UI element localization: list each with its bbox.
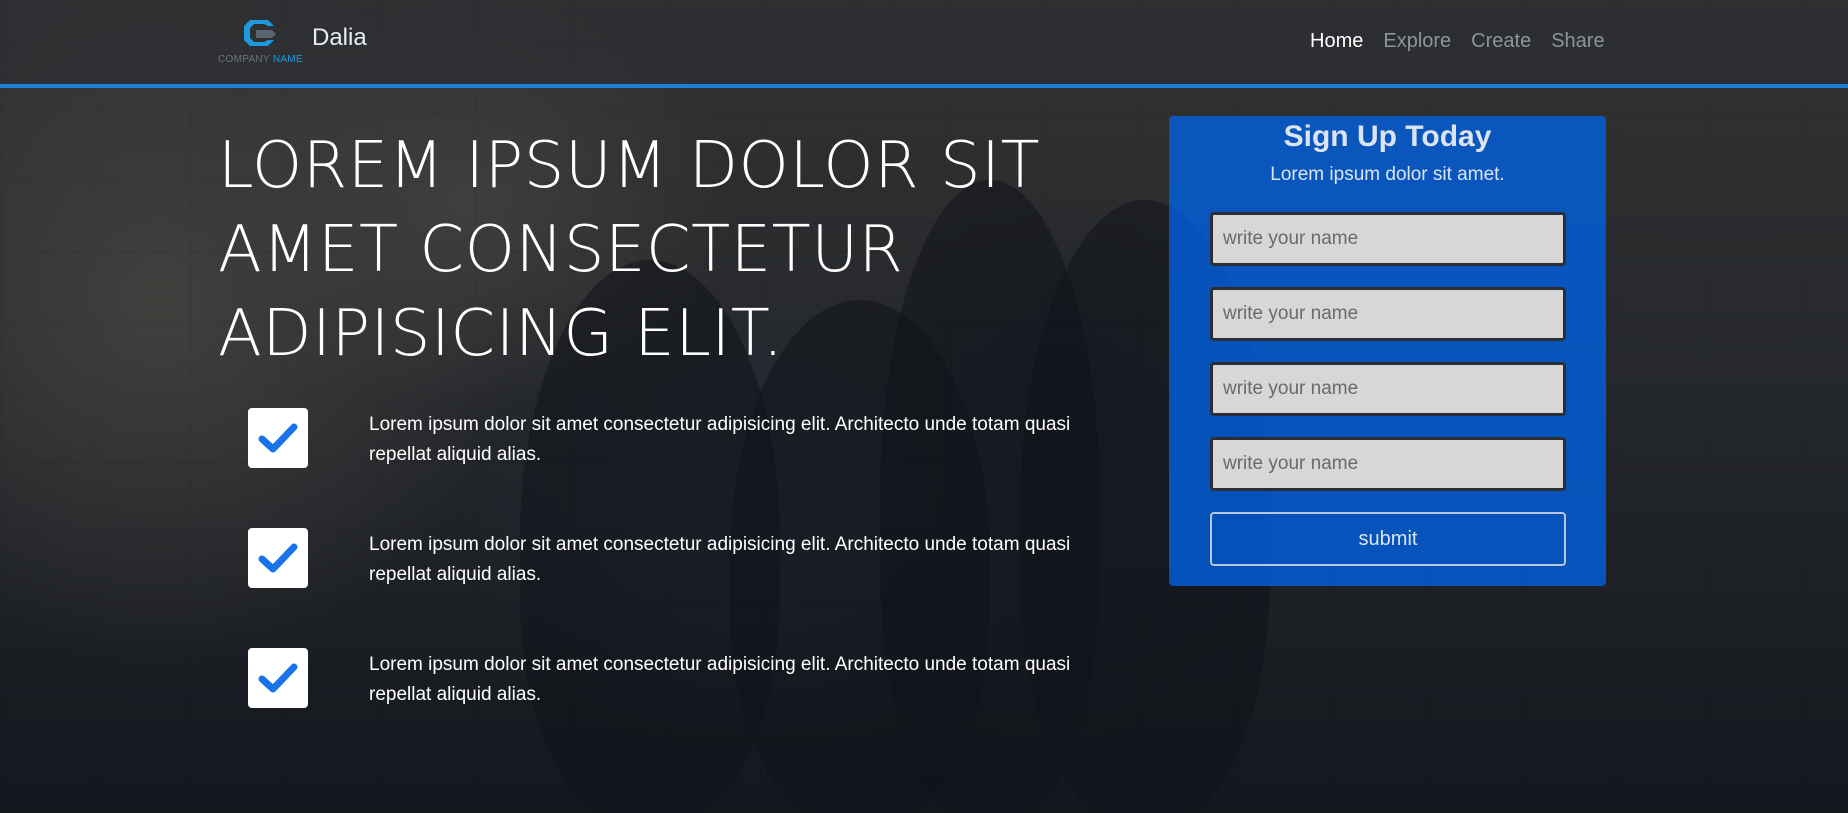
name-input-4[interactable] <box>1210 437 1566 491</box>
signup-title: Sign Up Today <box>1283 120 1492 153</box>
nav-link-share[interactable]: Share <box>1551 30 1604 53</box>
brand-sub-name: NAME <box>272 54 303 65</box>
check-icon <box>248 528 308 588</box>
top-navbar: COMPANY NAME Dalia Home Explore Create S… <box>0 0 1848 88</box>
signup-form: Sign Up Today Lorem ipsum dolor sit amet… <box>1169 116 1606 586</box>
nav-link-explore[interactable]: Explore <box>1383 30 1451 53</box>
brand-subtitle: COMPANY NAME <box>218 54 303 65</box>
hero-headline: LOREM IPSUM DOLOR SIT AMET CONSECTETUR A… <box>218 129 1041 371</box>
submit-button[interactable]: submit <box>1210 512 1566 566</box>
feature-text: Lorem ipsum dolor sit amet consectetur a… <box>369 414 1071 465</box>
brand-logo-block[interactable]: COMPANY NAME <box>218 14 318 70</box>
name-input-1[interactable] <box>1210 212 1566 266</box>
check-icon <box>248 648 308 708</box>
brand-sub-company: COMPANY <box>218 54 273 65</box>
nav-link-home[interactable]: Home <box>1310 30 1363 53</box>
company-logo-icon <box>244 20 276 46</box>
check-icon <box>248 408 308 468</box>
brand-name[interactable]: Dalia <box>312 24 367 52</box>
feature-text: Lorem ipsum dolor sit amet consectetur a… <box>369 534 1071 585</box>
name-input-3[interactable] <box>1210 362 1566 416</box>
nav-link-create[interactable]: Create <box>1471 30 1531 53</box>
name-input-2[interactable] <box>1210 287 1566 341</box>
nav-links: Home Explore Create Share <box>1310 30 1848 53</box>
feature-text: Lorem ipsum dolor sit amet consectetur a… <box>369 654 1071 705</box>
signup-subtitle: Lorem ipsum dolor sit amet. <box>1270 164 1505 185</box>
